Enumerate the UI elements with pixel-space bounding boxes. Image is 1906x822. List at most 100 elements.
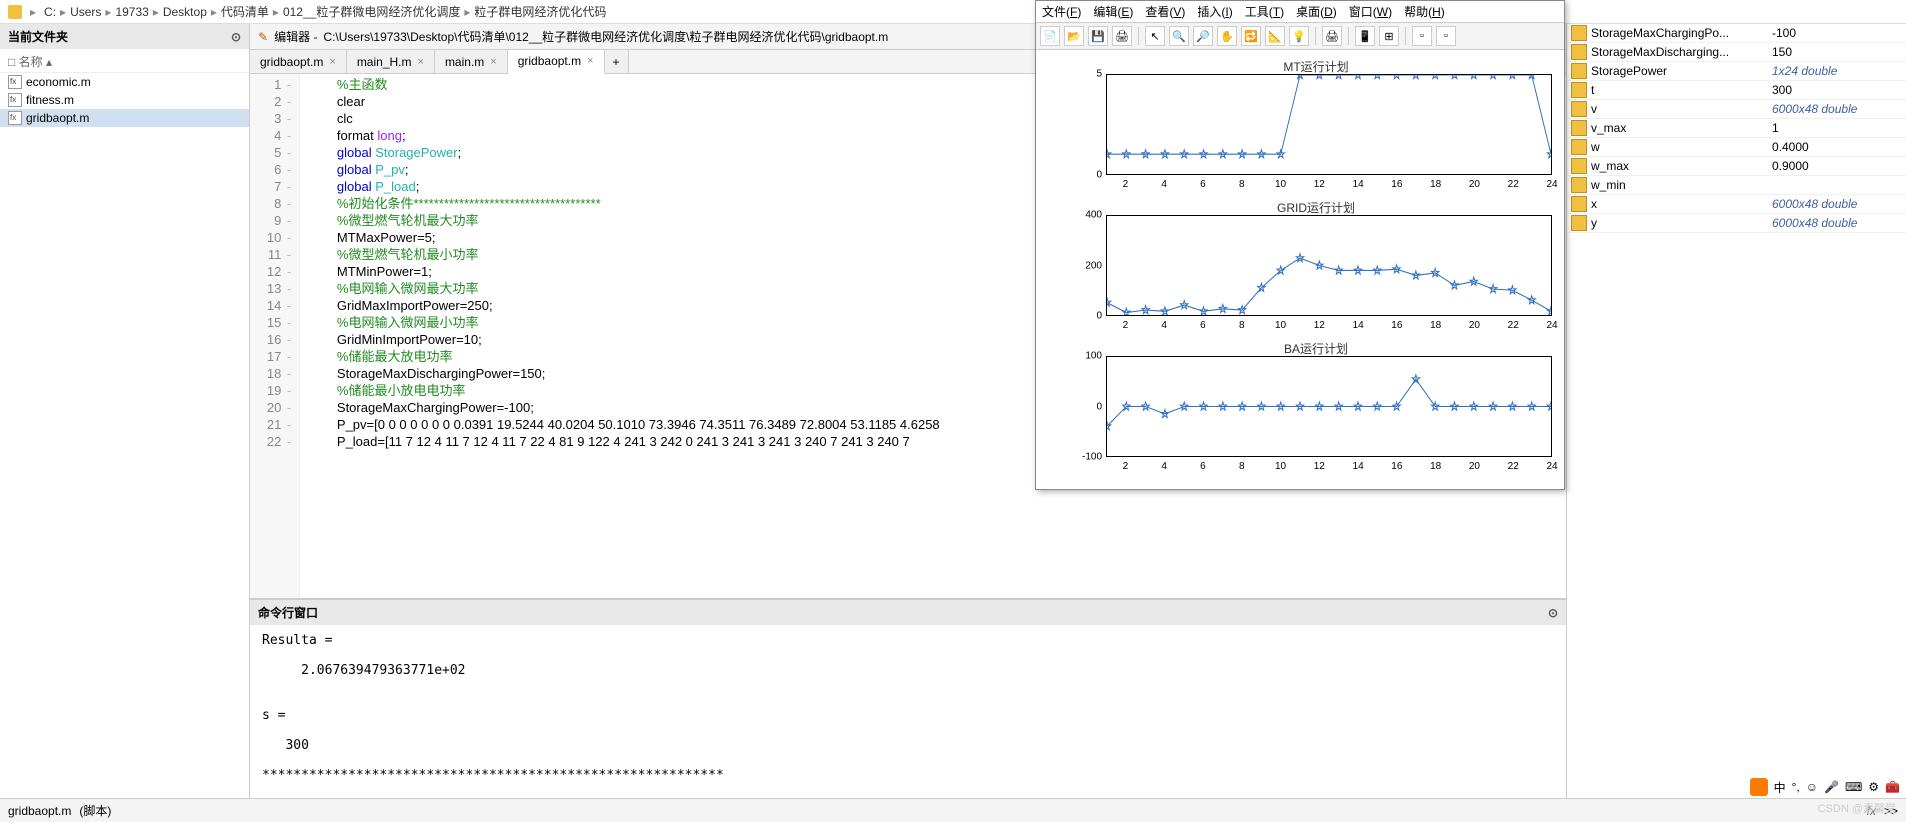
cmd-output[interactable]: Resulta = 2.067639479363771e+02 s = 300 … [250, 625, 1566, 798]
workspace-row[interactable]: w_max0.9000 [1567, 157, 1906, 176]
workspace-row[interactable]: w0.4000 [1567, 138, 1906, 157]
figure-window[interactable]: 文件(F) 编辑(E) 查看(V) 插入(I) 工具(T) 桌面(D) 窗口(W) 帮助(H)… [1035, 0, 1565, 490]
panel-title: 当前文件夹 [8, 28, 68, 45]
command-window: 命令行窗口⊙ Resulta = 2.067639479363771e+02 s… [250, 598, 1566, 798]
punct-icon[interactable]: °, [1792, 780, 1800, 794]
status-type: (脚本) [79, 802, 111, 819]
column-header[interactable]: □ 名称 ▴ [0, 51, 249, 73]
menu-t[interactable]: 工具(T) [1245, 3, 1284, 20]
close-icon[interactable]: × [329, 56, 335, 68]
workspace-row[interactable]: x6000x48 double [1567, 195, 1906, 214]
breadcrumb-item[interactable]: 粒子群电网经济优化代码 [474, 5, 606, 19]
toolbar-button[interactable]: 📱 [1355, 26, 1375, 46]
workspace-row[interactable]: v6000x48 double [1567, 100, 1906, 119]
folder-icon [8, 5, 22, 19]
figure-menubar[interactable]: 文件(F) 编辑(E) 查看(V) 插入(I) 工具(T) 桌面(D) 窗口(W) 帮助(H) [1036, 1, 1564, 23]
menu-w[interactable]: 窗口(W) [1349, 3, 1392, 20]
settings-icon[interactable]: ⚙ [1868, 780, 1879, 794]
pencil-icon: ✎ [258, 30, 268, 44]
toolbar-button[interactable]: 📄 [1040, 26, 1060, 46]
workspace-panel: StorageMaxChargingPo...-100StorageMaxDis… [1566, 24, 1906, 798]
editor-tab[interactable]: gridbaopt.m× [250, 50, 347, 73]
breadcrumb-item[interactable]: 代码清单 [221, 5, 269, 19]
ime-label: 中 [1774, 779, 1786, 796]
separator [1405, 27, 1406, 45]
workspace-row[interactable]: w_min [1567, 176, 1906, 195]
editor-tab[interactable]: main_H.m× [347, 50, 435, 73]
variable-icon [1571, 196, 1587, 212]
workspace-row[interactable]: StoragePower1x24 double [1567, 62, 1906, 81]
mfile-icon [8, 93, 22, 107]
toolbar-button[interactable]: ▫ [1436, 26, 1456, 46]
breadcrumb-item[interactable]: 19733 [115, 5, 148, 19]
breadcrumb-item[interactable]: Desktop [163, 5, 207, 19]
mic-icon[interactable]: 🎤 [1824, 780, 1839, 794]
workspace-row[interactable]: v_max1 [1567, 119, 1906, 138]
breadcrumb[interactable]: ▸ C:▸Users▸19733▸Desktop▸代码清单▸012__粒子群微电… [0, 0, 1906, 24]
chevron-right-icon: ▸ [211, 5, 217, 19]
figure-toolbar[interactable]: 📄📂💾🖨↖🔍🔎✋🔁📐💡🖨📱⊞▫▫ [1036, 23, 1564, 50]
editor-tab[interactable]: main.m× [435, 50, 508, 73]
sogou-icon[interactable] [1750, 778, 1768, 796]
workspace-row[interactable]: y6000x48 double [1567, 214, 1906, 233]
menu-e[interactable]: 编辑(E) [1093, 3, 1133, 20]
toolbar-button[interactable]: 🔍 [1169, 26, 1189, 46]
toolbox-icon[interactable]: 🧰 [1885, 780, 1900, 794]
workspace-row[interactable]: t300 [1567, 81, 1906, 100]
file-item[interactable]: economic.m [0, 73, 249, 91]
toolbar-button[interactable]: 💾 [1088, 26, 1108, 46]
variable-icon [1571, 158, 1587, 174]
toolbar-button[interactable]: 📂 [1064, 26, 1084, 46]
variable-icon [1571, 120, 1587, 136]
menu-h[interactable]: 帮助(H) [1404, 3, 1445, 20]
variable-icon [1571, 63, 1587, 79]
close-icon[interactable]: × [418, 56, 424, 68]
close-icon[interactable]: × [587, 55, 593, 67]
workspace-row[interactable]: StorageMaxChargingPo...-100 [1567, 24, 1906, 43]
toolbar-button[interactable]: 🖨 [1112, 26, 1132, 46]
breadcrumb-item[interactable]: C: [44, 5, 56, 19]
chevron-right-icon: ▸ [464, 5, 470, 19]
chart-title: GRID运行计划 [1076, 199, 1556, 216]
editor-tab[interactable]: gridbaopt.m× [508, 50, 605, 74]
variable-icon [1571, 139, 1587, 155]
toolbar-button[interactable]: 🔁 [1241, 26, 1261, 46]
menu-f[interactable]: 文件(F) [1042, 3, 1081, 20]
figure-plot-area: MT运行计划0524681012141618202224GRID运行计划0200… [1036, 50, 1564, 489]
toolbar-button[interactable]: 📐 [1265, 26, 1285, 46]
emoji-icon[interactable]: ☺ [1806, 780, 1818, 794]
workspace-row[interactable]: StorageMaxDischarging...150 [1567, 43, 1906, 62]
variable-icon [1571, 82, 1587, 98]
variable-icon [1571, 101, 1587, 117]
current-folder-panel: 当前文件夹 ⊙ □ 名称 ▴ economic.mfitness.mgridba… [0, 24, 250, 798]
chevron-right-icon: ▸ [273, 5, 279, 19]
toolbar-button[interactable]: ⊞ [1379, 26, 1399, 46]
menu-d[interactable]: 桌面(D) [1296, 3, 1337, 20]
mfile-icon [8, 111, 22, 125]
toolbar-button[interactable]: ✋ [1217, 26, 1237, 46]
close-icon[interactable]: × [490, 56, 496, 68]
gear-icon[interactable]: ⊙ [231, 30, 241, 44]
new-tab-button[interactable]: + [605, 50, 629, 73]
menu-i[interactable]: 插入(I) [1197, 3, 1232, 20]
breadcrumb-item[interactable]: 012__粒子群微电网经济优化调度 [283, 5, 460, 19]
editor-title-prefix: 编辑器 - [274, 28, 317, 45]
chart-title: MT运行计划 [1076, 58, 1556, 75]
toolbar-button[interactable]: ↖ [1145, 26, 1165, 46]
line-gutter: 1 -2 -3 -4 -5 -6 -7 -8 -9 -10 -11 -12 -1… [250, 74, 300, 598]
toolbar-button[interactable]: ▫ [1412, 26, 1432, 46]
editor-path: C:\Users\19733\Desktop\代码清单\012__粒子群微电网经… [323, 28, 888, 45]
system-tray: 中 °, ☺ 🎤 ⌨ ⚙ 🧰 [1750, 778, 1900, 796]
variable-icon [1571, 44, 1587, 60]
breadcrumb-item[interactable]: Users [70, 5, 101, 19]
panel-header: 当前文件夹 ⊙ [0, 24, 249, 49]
toolbar-button[interactable]: 🔎 [1193, 26, 1213, 46]
menu-v[interactable]: 查看(V) [1145, 3, 1185, 20]
file-item[interactable]: fitness.m [0, 91, 249, 109]
file-item[interactable]: gridbaopt.m [0, 109, 249, 127]
gear-icon[interactable]: ⊙ [1548, 606, 1558, 620]
toolbar-button[interactable]: 💡 [1289, 26, 1309, 46]
status-file: gridbaopt.m [8, 804, 71, 818]
toolbar-button[interactable]: 🖨 [1322, 26, 1342, 46]
keyboard-icon[interactable]: ⌨ [1845, 780, 1862, 794]
